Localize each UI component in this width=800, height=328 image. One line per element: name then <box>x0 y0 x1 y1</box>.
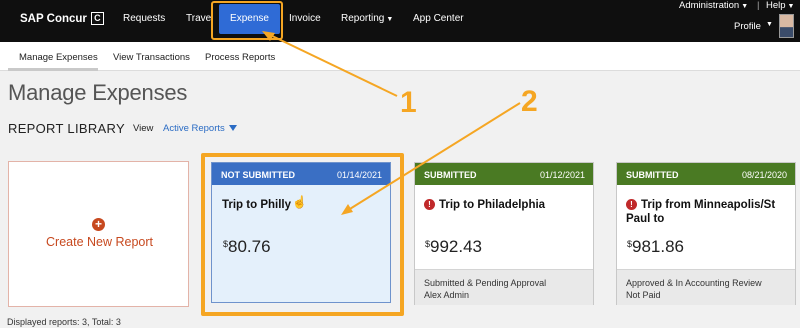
report-status: SUBMITTED <box>626 170 679 180</box>
report-card-trip-to-philadelphia[interactable]: SUBMITTED 01/12/2021 ! Trip to Philadelph… <box>414 162 594 305</box>
triangle-down-icon <box>228 125 237 132</box>
profile-menu[interactable]: Profile <box>734 21 761 32</box>
caret-down-icon: ▼ <box>787 3 795 10</box>
report-card-trip-from-minneapolis[interactable]: SUBMITTED 08/21/2020 ! Trip from Minneapo… <box>616 162 796 305</box>
nav-expense[interactable]: Expense <box>219 4 280 34</box>
sub-nav: Manage Expenses View Transactions Proces… <box>0 42 800 71</box>
view-label: View <box>133 123 154 134</box>
profile-caret-icon[interactable]: ▼ <box>766 21 773 28</box>
nav-reporting[interactable]: Reporting ▼ <box>341 13 393 24</box>
plus-circle-icon[interactable]: + <box>92 218 105 231</box>
alert-icon: ! <box>626 199 637 210</box>
nav-requests[interactable]: Requests <box>123 13 165 24</box>
alert-icon: ! <box>424 199 435 210</box>
subnav-active-indicator <box>8 68 98 71</box>
report-name: ! Trip to Philadelphia <box>424 198 589 212</box>
help-label: Help <box>766 0 786 11</box>
subnav-view-transactions[interactable]: View Transactions <box>113 52 190 63</box>
report-card-footer: Approved & In Accounting Review Not Paid <box>617 269 795 305</box>
sap-concur-logo[interactable]: SAP Concur C <box>20 12 104 25</box>
report-name-text: Trip to Philadelphia <box>439 199 546 211</box>
annotation-number-2: 2 <box>521 85 538 118</box>
report-approval-status: Approved & In Accounting Review <box>626 278 762 288</box>
report-card-header: SUBMITTED 01/12/2021 <box>415 163 593 185</box>
view-filter-dropdown[interactable]: Active Reports <box>163 123 237 134</box>
nav-invoice[interactable]: Invoice <box>289 13 321 24</box>
annotation-number-1: 1 <box>400 86 417 119</box>
nav-app-center[interactable]: App Center <box>413 13 464 24</box>
amount-value: 981.86 <box>632 237 685 256</box>
report-card-footer: Submitted & Pending Approval Alex Admin <box>415 269 593 305</box>
subnav-manage-expenses[interactable]: Manage Expenses <box>19 52 98 63</box>
page-title: Manage Expenses <box>8 80 188 105</box>
subnav-process-reports[interactable]: Process Reports <box>205 52 275 63</box>
report-date: 08/21/2020 <box>741 170 787 180</box>
help-menu[interactable]: Help ▼ <box>766 0 794 11</box>
currency-symbol: $ <box>425 239 431 249</box>
amount-value: 992.43 <box>430 237 483 256</box>
report-name: ! Trip from Minneapolis/St Paul to <box>626 198 791 226</box>
report-card-header: SUBMITTED 08/21/2020 <box>617 163 795 185</box>
report-date: 01/12/2021 <box>539 170 585 180</box>
top-nav: SAP Concur C Requests Travel Expense Inv… <box>0 0 800 42</box>
report-payment-status: Not Paid <box>626 290 661 300</box>
report-status: SUBMITTED <box>424 170 477 180</box>
currency-symbol: $ <box>627 239 633 249</box>
create-new-report-card[interactable] <box>8 161 189 307</box>
report-approval-status: Submitted & Pending Approval <box>424 278 547 288</box>
displayed-reports-count: Displayed reports: 3, Total: 3 <box>7 317 121 327</box>
nav-reporting-label: Reporting <box>341 13 385 24</box>
administration-label: Administration <box>679 0 740 11</box>
caret-down-icon: ▼ <box>386 16 394 23</box>
report-amount: $981.86 <box>627 237 684 257</box>
administration-menu[interactable]: Administration ▼ <box>679 0 748 11</box>
report-approver: Alex Admin <box>424 290 470 300</box>
util-divider: | <box>757 0 760 11</box>
logo-text: SAP Concur <box>20 12 87 25</box>
create-new-report-label[interactable]: Create New Report <box>46 235 153 249</box>
nav-travel[interactable]: Travel <box>186 13 213 24</box>
avatar[interactable] <box>779 14 794 38</box>
profile-label: Profile <box>734 21 761 32</box>
report-library-heading: REPORT LIBRARY <box>8 121 125 136</box>
caret-down-icon: ▼ <box>741 3 749 10</box>
view-filter-value: Active Reports <box>163 123 225 134</box>
report-name-text: Trip from Minneapolis/St Paul to <box>626 199 776 225</box>
highlight-box <box>201 153 404 316</box>
concur-logo-mark: C <box>90 12 104 25</box>
report-amount: $992.43 <box>425 237 482 257</box>
